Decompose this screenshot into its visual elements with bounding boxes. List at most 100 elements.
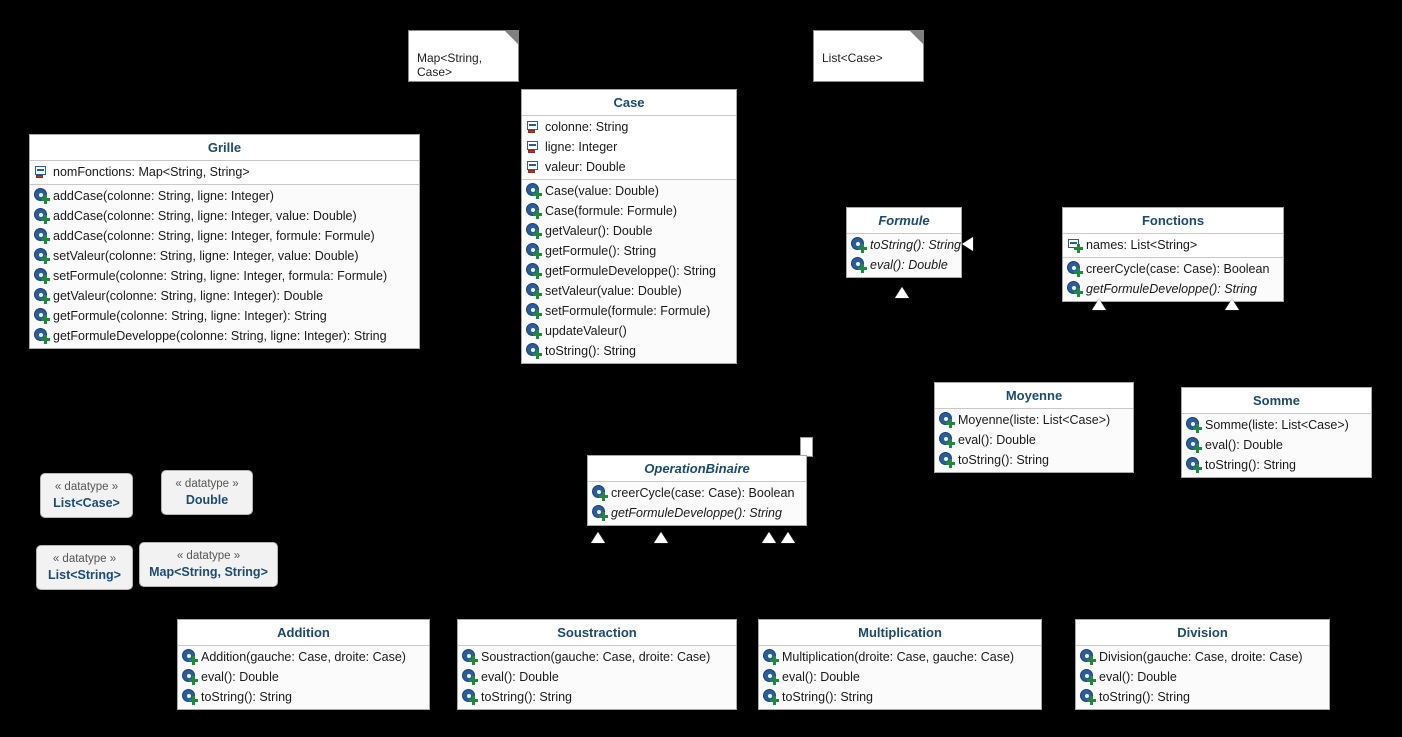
class-multiplication[interactable]: Multiplication Multiplication(droite: Ca… bbox=[758, 619, 1042, 710]
method-row[interactable]: getFormule(): String bbox=[522, 241, 736, 261]
method-public-icon bbox=[527, 324, 542, 339]
attribute-row[interactable]: ligne: Integer bbox=[522, 137, 736, 157]
method-public-icon bbox=[1081, 670, 1096, 685]
method-label: toString(): String bbox=[1099, 690, 1191, 704]
attribute-label: ligne: Integer bbox=[545, 140, 618, 154]
method-label: getValeur(): Double bbox=[545, 224, 653, 238]
method-row[interactable]: creerCycle(case: Case): Boolean bbox=[1063, 259, 1283, 279]
method-row[interactable]: eval(): Double bbox=[935, 430, 1133, 450]
method-public-icon bbox=[35, 289, 50, 304]
methods-section: toString(): String eval(): Double bbox=[847, 234, 961, 277]
method-row[interactable]: toString(): String bbox=[522, 341, 736, 361]
method-row[interactable]: addCase(colonne: String, ligne: Integer,… bbox=[30, 226, 419, 246]
method-public-icon bbox=[1187, 438, 1202, 453]
method-row[interactable]: getValeur(colonne: String, ligne: Intege… bbox=[30, 286, 419, 306]
method-row[interactable]: Moyenne(liste: List<Case>) bbox=[935, 410, 1133, 430]
method-row[interactable]: Case(formule: Formule) bbox=[522, 201, 736, 221]
method-row[interactable]: setValeur(colonne: String, ligne: Intege… bbox=[30, 246, 419, 266]
method-label: eval(): Double bbox=[201, 670, 279, 684]
method-public-icon bbox=[527, 244, 542, 259]
method-row[interactable]: getFormuleDeveloppe(): String bbox=[588, 503, 806, 523]
class-title: Addition bbox=[178, 620, 429, 646]
method-row[interactable]: addCase(colonne: String, ligne: Integer,… bbox=[30, 206, 419, 226]
method-row[interactable]: addCase(colonne: String, ligne: Integer) bbox=[30, 186, 419, 206]
method-public-icon bbox=[527, 224, 542, 239]
method-row[interactable]: getFormuleDeveloppe(): String bbox=[522, 261, 736, 281]
method-row[interactable]: setFormule(formule: Formule) bbox=[522, 301, 736, 321]
method-public-icon bbox=[35, 269, 50, 284]
method-public-icon bbox=[764, 670, 779, 685]
field-private-icon bbox=[35, 165, 49, 179]
class-addition[interactable]: Addition Addition(gauche: Case, droite: … bbox=[177, 619, 430, 710]
method-row[interactable]: Addition(gauche: Case, droite: Case) bbox=[178, 647, 429, 667]
attribute-label: colonne: String bbox=[545, 120, 629, 134]
attribute-row[interactable]: nomFonctions: Map<String, String> bbox=[30, 162, 419, 182]
method-row[interactable]: toString(): String bbox=[759, 687, 1041, 707]
method-row[interactable]: toString(): String bbox=[935, 450, 1133, 470]
method-row[interactable]: Multiplication(droite: Case, gauche: Cas… bbox=[759, 647, 1041, 667]
method-row[interactable]: getValeur(): Double bbox=[522, 221, 736, 241]
datatype-list-case[interactable]: « datatype » List<Case> bbox=[40, 473, 133, 518]
method-label: Soustraction(gauche: Case, droite: Case) bbox=[481, 650, 711, 664]
class-soustraction[interactable]: Soustraction Soustraction(gauche: Case, … bbox=[457, 619, 737, 710]
method-row[interactable]: setValeur(value: Double) bbox=[522, 281, 736, 301]
method-row[interactable]: Case(value: Double) bbox=[522, 181, 736, 201]
datatype-map-string-string[interactable]: « datatype » Map<String, String> bbox=[139, 542, 278, 587]
methods-section: Addition(gauche: Case, droite: Case) eva… bbox=[178, 646, 429, 709]
datatype-name: List<String> bbox=[48, 568, 121, 582]
datatype-list-string[interactable]: « datatype » List<String> bbox=[36, 545, 133, 590]
attribute-row[interactable]: valeur: Double bbox=[522, 157, 736, 177]
field-private-icon bbox=[527, 140, 541, 154]
method-label: getFormule(): String bbox=[545, 244, 657, 258]
attribute-row[interactable]: names: List<String> bbox=[1063, 235, 1283, 255]
method-row[interactable]: getFormule(colonne: String, ligne: Integ… bbox=[30, 306, 419, 326]
method-label: Case(value: Double) bbox=[545, 184, 659, 198]
method-row[interactable]: eval(): Double bbox=[1076, 667, 1329, 687]
generalization-arrow-division bbox=[781, 532, 795, 543]
method-row[interactable]: toString(): String bbox=[458, 687, 736, 707]
method-label: Addition(gauche: Case, droite: Case) bbox=[201, 650, 406, 664]
method-label: creerCycle(case: Case): Boolean bbox=[611, 486, 795, 500]
class-grille[interactable]: Grille nomFonctions: Map<String, String>… bbox=[29, 134, 420, 349]
method-public-icon bbox=[463, 690, 478, 705]
method-row[interactable]: eval(): Double bbox=[1182, 435, 1371, 455]
method-row[interactable]: getFormuleDeveloppe(colonne: String, lig… bbox=[30, 326, 419, 346]
class-division[interactable]: Division Division(gauche: Case, droite: … bbox=[1075, 619, 1330, 710]
method-row[interactable]: Division(gauche: Case, droite: Case) bbox=[1076, 647, 1329, 667]
method-row[interactable]: toString(): String bbox=[178, 687, 429, 707]
datatype-double[interactable]: « datatype » Double bbox=[161, 470, 253, 515]
method-row[interactable]: creerCycle(case: Case): Boolean bbox=[588, 483, 806, 503]
method-label: Case(formule: Formule) bbox=[545, 204, 677, 218]
method-row[interactable]: getFormuleDeveloppe(): String bbox=[1063, 279, 1283, 299]
method-row[interactable]: Soustraction(gauche: Case, droite: Case) bbox=[458, 647, 736, 667]
method-row[interactable]: eval(): Double bbox=[458, 667, 736, 687]
method-row[interactable]: setFormule(colonne: String, ligne: Integ… bbox=[30, 266, 419, 286]
method-public-icon bbox=[1081, 690, 1096, 705]
class-fonctions[interactable]: Fonctions names: List<String> creerCycle… bbox=[1062, 207, 1284, 302]
method-row[interactable]: toString(): String bbox=[847, 235, 961, 255]
class-operationbinaire[interactable]: OperationBinaire creerCycle(case: Case):… bbox=[587, 455, 807, 526]
method-row[interactable]: toString(): String bbox=[1076, 687, 1329, 707]
class-moyenne[interactable]: Moyenne Moyenne(liste: List<Case>) eval(… bbox=[934, 382, 1134, 473]
datatype-name: List<Case> bbox=[53, 496, 120, 510]
class-case[interactable]: Case colonne: String ligne: Integer vale… bbox=[521, 89, 737, 364]
method-public-icon bbox=[593, 506, 608, 521]
note-fold-icon bbox=[504, 30, 519, 45]
method-label: toString(): String bbox=[201, 690, 293, 704]
method-row[interactable]: eval(): Double bbox=[759, 667, 1041, 687]
class-somme[interactable]: Somme Somme(liste: List<Case>) eval(): D… bbox=[1181, 387, 1372, 478]
operationbinaire-tab bbox=[800, 437, 813, 457]
class-formule[interactable]: Formule toString(): String eval(): Doubl… bbox=[846, 207, 962, 278]
method-row[interactable]: eval(): Double bbox=[847, 255, 961, 275]
method-public-icon bbox=[35, 329, 50, 344]
note-map-string-case[interactable]: Map<String, Case> bbox=[408, 30, 519, 82]
attribute-row[interactable]: colonne: String bbox=[522, 117, 736, 137]
method-row[interactable]: Somme(liste: List<Case>) bbox=[1182, 415, 1371, 435]
method-public-icon bbox=[463, 670, 478, 685]
method-row[interactable]: updateValeur() bbox=[522, 321, 736, 341]
method-row[interactable]: eval(): Double bbox=[178, 667, 429, 687]
method-row[interactable]: toString(): String bbox=[1182, 455, 1371, 475]
note-list-case[interactable]: List<Case> bbox=[813, 30, 924, 82]
attributes-section: nomFonctions: Map<String, String> bbox=[30, 161, 419, 185]
generalization-arrow-addition bbox=[591, 532, 605, 543]
